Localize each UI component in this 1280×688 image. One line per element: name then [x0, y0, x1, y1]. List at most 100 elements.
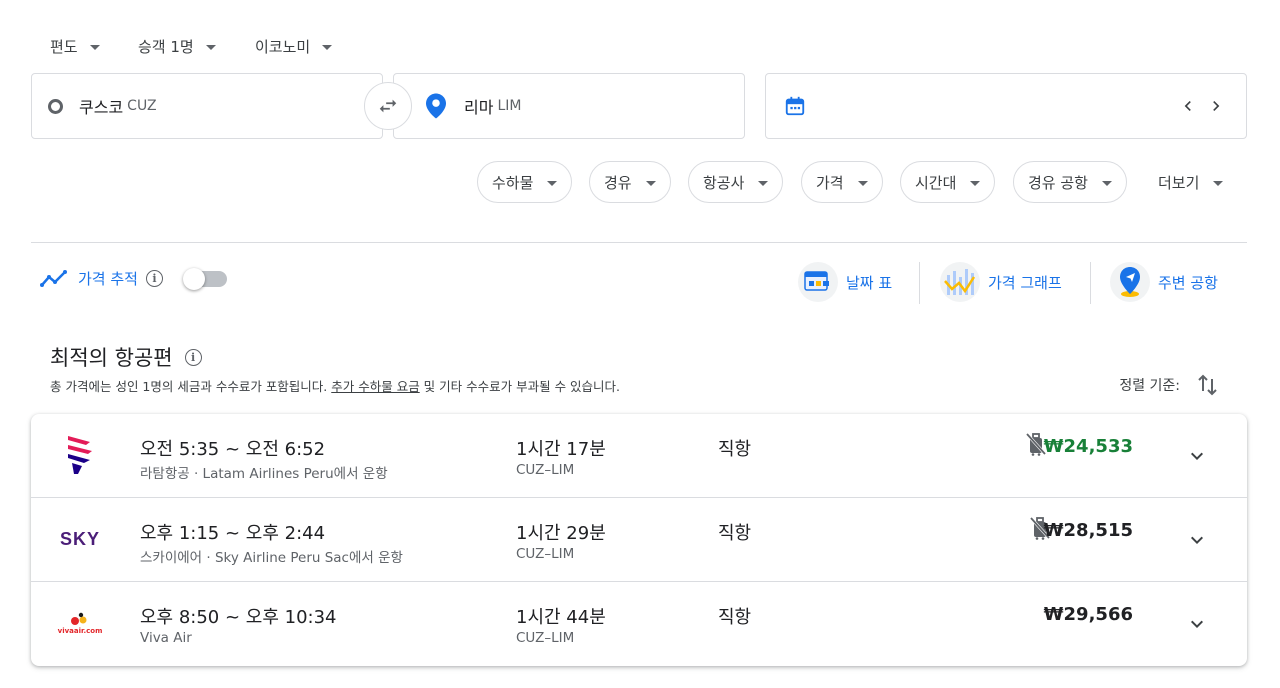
- origin-code: CUZ: [127, 98, 157, 114]
- price-graph-icon: [940, 262, 980, 302]
- more-filters-label: 더보기: [1158, 173, 1200, 192]
- passengers-label: 승객 1명: [138, 38, 194, 56]
- trend-icon: [40, 269, 67, 287]
- filter-bags[interactable]: 수하물: [477, 161, 573, 203]
- filter-label: 수하물: [492, 173, 534, 192]
- flight-times: 오후 8:50 ~ 오후 10:34: [140, 607, 337, 628]
- flight-duration: 1시간 29분: [516, 523, 606, 544]
- divider: [31, 242, 1247, 243]
- flight-list: 오전 5:35 ~ 오전 6:52 라탐항공 · Latam Airlines …: [31, 414, 1247, 666]
- flight-stops: 직항: [718, 607, 752, 628]
- date-grid-icon: [798, 262, 838, 302]
- nearby-airports-label: 주변 공항: [1158, 273, 1218, 292]
- flight-stops: 직항: [718, 523, 752, 544]
- origin-circle-icon: [48, 98, 63, 114]
- swap-icon: [379, 99, 397, 113]
- filter-airlines[interactable]: 항공사: [688, 161, 784, 203]
- sort-icon: [1198, 374, 1217, 396]
- flight-duration: 1시간 17분: [516, 439, 606, 460]
- flight-route: CUZ–LIM: [516, 546, 575, 562]
- price-graph-label: 가격 그래프: [988, 273, 1062, 292]
- info-icon[interactable]: i: [145, 270, 163, 287]
- filter-price[interactable]: 가격: [801, 161, 883, 203]
- dropdown-arrow-icon: [857, 180, 868, 186]
- price-disclaimer: 총 가격에는 성인 1명의 세금과 수수료가 포함됩니다. 추가 수하물 요금 …: [50, 376, 620, 395]
- expand-chevron-icon[interactable]: [1185, 612, 1209, 636]
- viva-air-logo: vivaair.com: [55, 600, 105, 646]
- more-filters-button[interactable]: 더보기: [1146, 161, 1238, 203]
- sky-logo-text: SKY: [59, 528, 100, 549]
- flight-route: CUZ–LIM: [516, 630, 575, 646]
- flight-duration: 1시간 44분: [516, 607, 606, 628]
- latam-logo: [55, 432, 105, 478]
- dropdown-arrow-icon: [547, 180, 558, 186]
- price-graph-button[interactable]: 가격 그래프: [940, 262, 1062, 302]
- cabin-select[interactable]: 이코노미: [255, 36, 333, 57]
- track-prices-toggle[interactable]: [182, 267, 227, 290]
- flight-price: ₩29,566: [1043, 604, 1133, 625]
- divider: [919, 262, 920, 304]
- nearby-airports-icon: [1110, 262, 1150, 302]
- flight-carrier: 라탐항공 · Latam Airlines Peru에서 운항: [140, 466, 388, 482]
- prev-date-icon[interactable]: [1178, 96, 1198, 116]
- origin-field[interactable]: 쿠스코 CUZ: [31, 73, 383, 139]
- disclaimer-text: 총 가격에는 성인 1명의 세금과 수수료가 포함됩니다.: [50, 379, 332, 394]
- passengers-select[interactable]: 승객 1명: [138, 36, 216, 57]
- nearby-airports-button[interactable]: 주변 공항: [1110, 262, 1218, 302]
- disclaimer-text: 및 기타 수수료가 부과될 수 있습니다.: [419, 379, 621, 394]
- date-field[interactable]: [765, 73, 1247, 139]
- toggle-knob: [182, 267, 205, 290]
- date-grid-button[interactable]: 날짜 표: [798, 262, 892, 302]
- sort-label: 정렬 기준:: [1119, 378, 1180, 394]
- trip-type-label: 편도: [50, 38, 78, 56]
- divider: [1090, 262, 1091, 304]
- trip-type-select[interactable]: 편도: [50, 36, 100, 57]
- destination-city: 리마: [464, 98, 494, 117]
- best-flights-heading: 최적의 항공편 i: [50, 342, 202, 372]
- dropdown-arrow-icon: [758, 180, 769, 186]
- filter-label: 경유 공항: [1028, 173, 1088, 192]
- expand-chevron-icon[interactable]: [1185, 444, 1209, 468]
- sky-airline-logo: SKY: [55, 516, 105, 562]
- filter-connecting-airports[interactable]: 경유 공항: [1013, 161, 1127, 203]
- flight-price: ₩24,533: [1043, 436, 1133, 457]
- flight-carrier: Viva Air: [140, 630, 192, 646]
- flight-row[interactable]: 오전 5:35 ~ 오전 6:52 라탐항공 · Latam Airlines …: [31, 414, 1247, 498]
- calendar-icon: [785, 96, 805, 116]
- destination-field[interactable]: 리마 LIM: [393, 73, 745, 139]
- date-grid-label: 날짜 표: [846, 273, 893, 292]
- viva-air-mark: [71, 612, 87, 625]
- flight-stops: 직항: [718, 439, 752, 460]
- page-title: 최적의 항공편: [50, 346, 173, 370]
- dropdown-arrow-icon: [322, 45, 333, 50]
- next-date-icon[interactable]: [1206, 96, 1226, 116]
- viva-logo-text: vivaair.com: [57, 626, 103, 635]
- dropdown-arrow-icon: [205, 45, 216, 50]
- dropdown-arrow-icon: [89, 45, 100, 50]
- info-icon[interactable]: i: [184, 348, 202, 366]
- sort-control[interactable]: 정렬 기준:: [1119, 374, 1218, 396]
- flight-carrier: 스카이에어 · Sky Airline Peru Sac에서 운항: [140, 550, 403, 566]
- flight-row[interactable]: SKY 오후 1:15 ~ 오후 2:44 스카이에어 · Sky Airlin…: [31, 498, 1247, 582]
- dropdown-arrow-icon: [1101, 180, 1112, 186]
- bag-fees-link[interactable]: 추가 수하물 요금: [331, 379, 419, 394]
- origin-city: 쿠스코: [79, 98, 124, 117]
- filter-stops[interactable]: 경유: [589, 161, 671, 203]
- swap-button[interactable]: [364, 82, 412, 130]
- dropdown-arrow-icon: [970, 180, 981, 186]
- price-tracking: 가격 추적 i: [40, 267, 227, 290]
- flight-price: ₩28,515: [1043, 520, 1133, 541]
- filter-times[interactable]: 시간대: [900, 161, 996, 203]
- flight-times: 오후 1:15 ~ 오후 2:44: [140, 523, 326, 544]
- filter-label: 경유: [604, 173, 632, 192]
- flight-row[interactable]: vivaair.com 오후 8:50 ~ 오후 10:34 Viva Air …: [31, 582, 1247, 666]
- flight-times: 오전 5:35 ~ 오전 6:52: [140, 439, 326, 460]
- destination-code: LIM: [497, 98, 522, 114]
- location-pin-icon: [426, 93, 446, 119]
- filter-label: 가격: [816, 173, 844, 192]
- filter-label: 항공사: [703, 173, 745, 192]
- expand-chevron-icon[interactable]: [1185, 528, 1209, 552]
- track-prices-label: 가격 추적: [78, 270, 138, 288]
- filter-label: 시간대: [915, 173, 957, 192]
- flight-route: CUZ–LIM: [516, 462, 575, 478]
